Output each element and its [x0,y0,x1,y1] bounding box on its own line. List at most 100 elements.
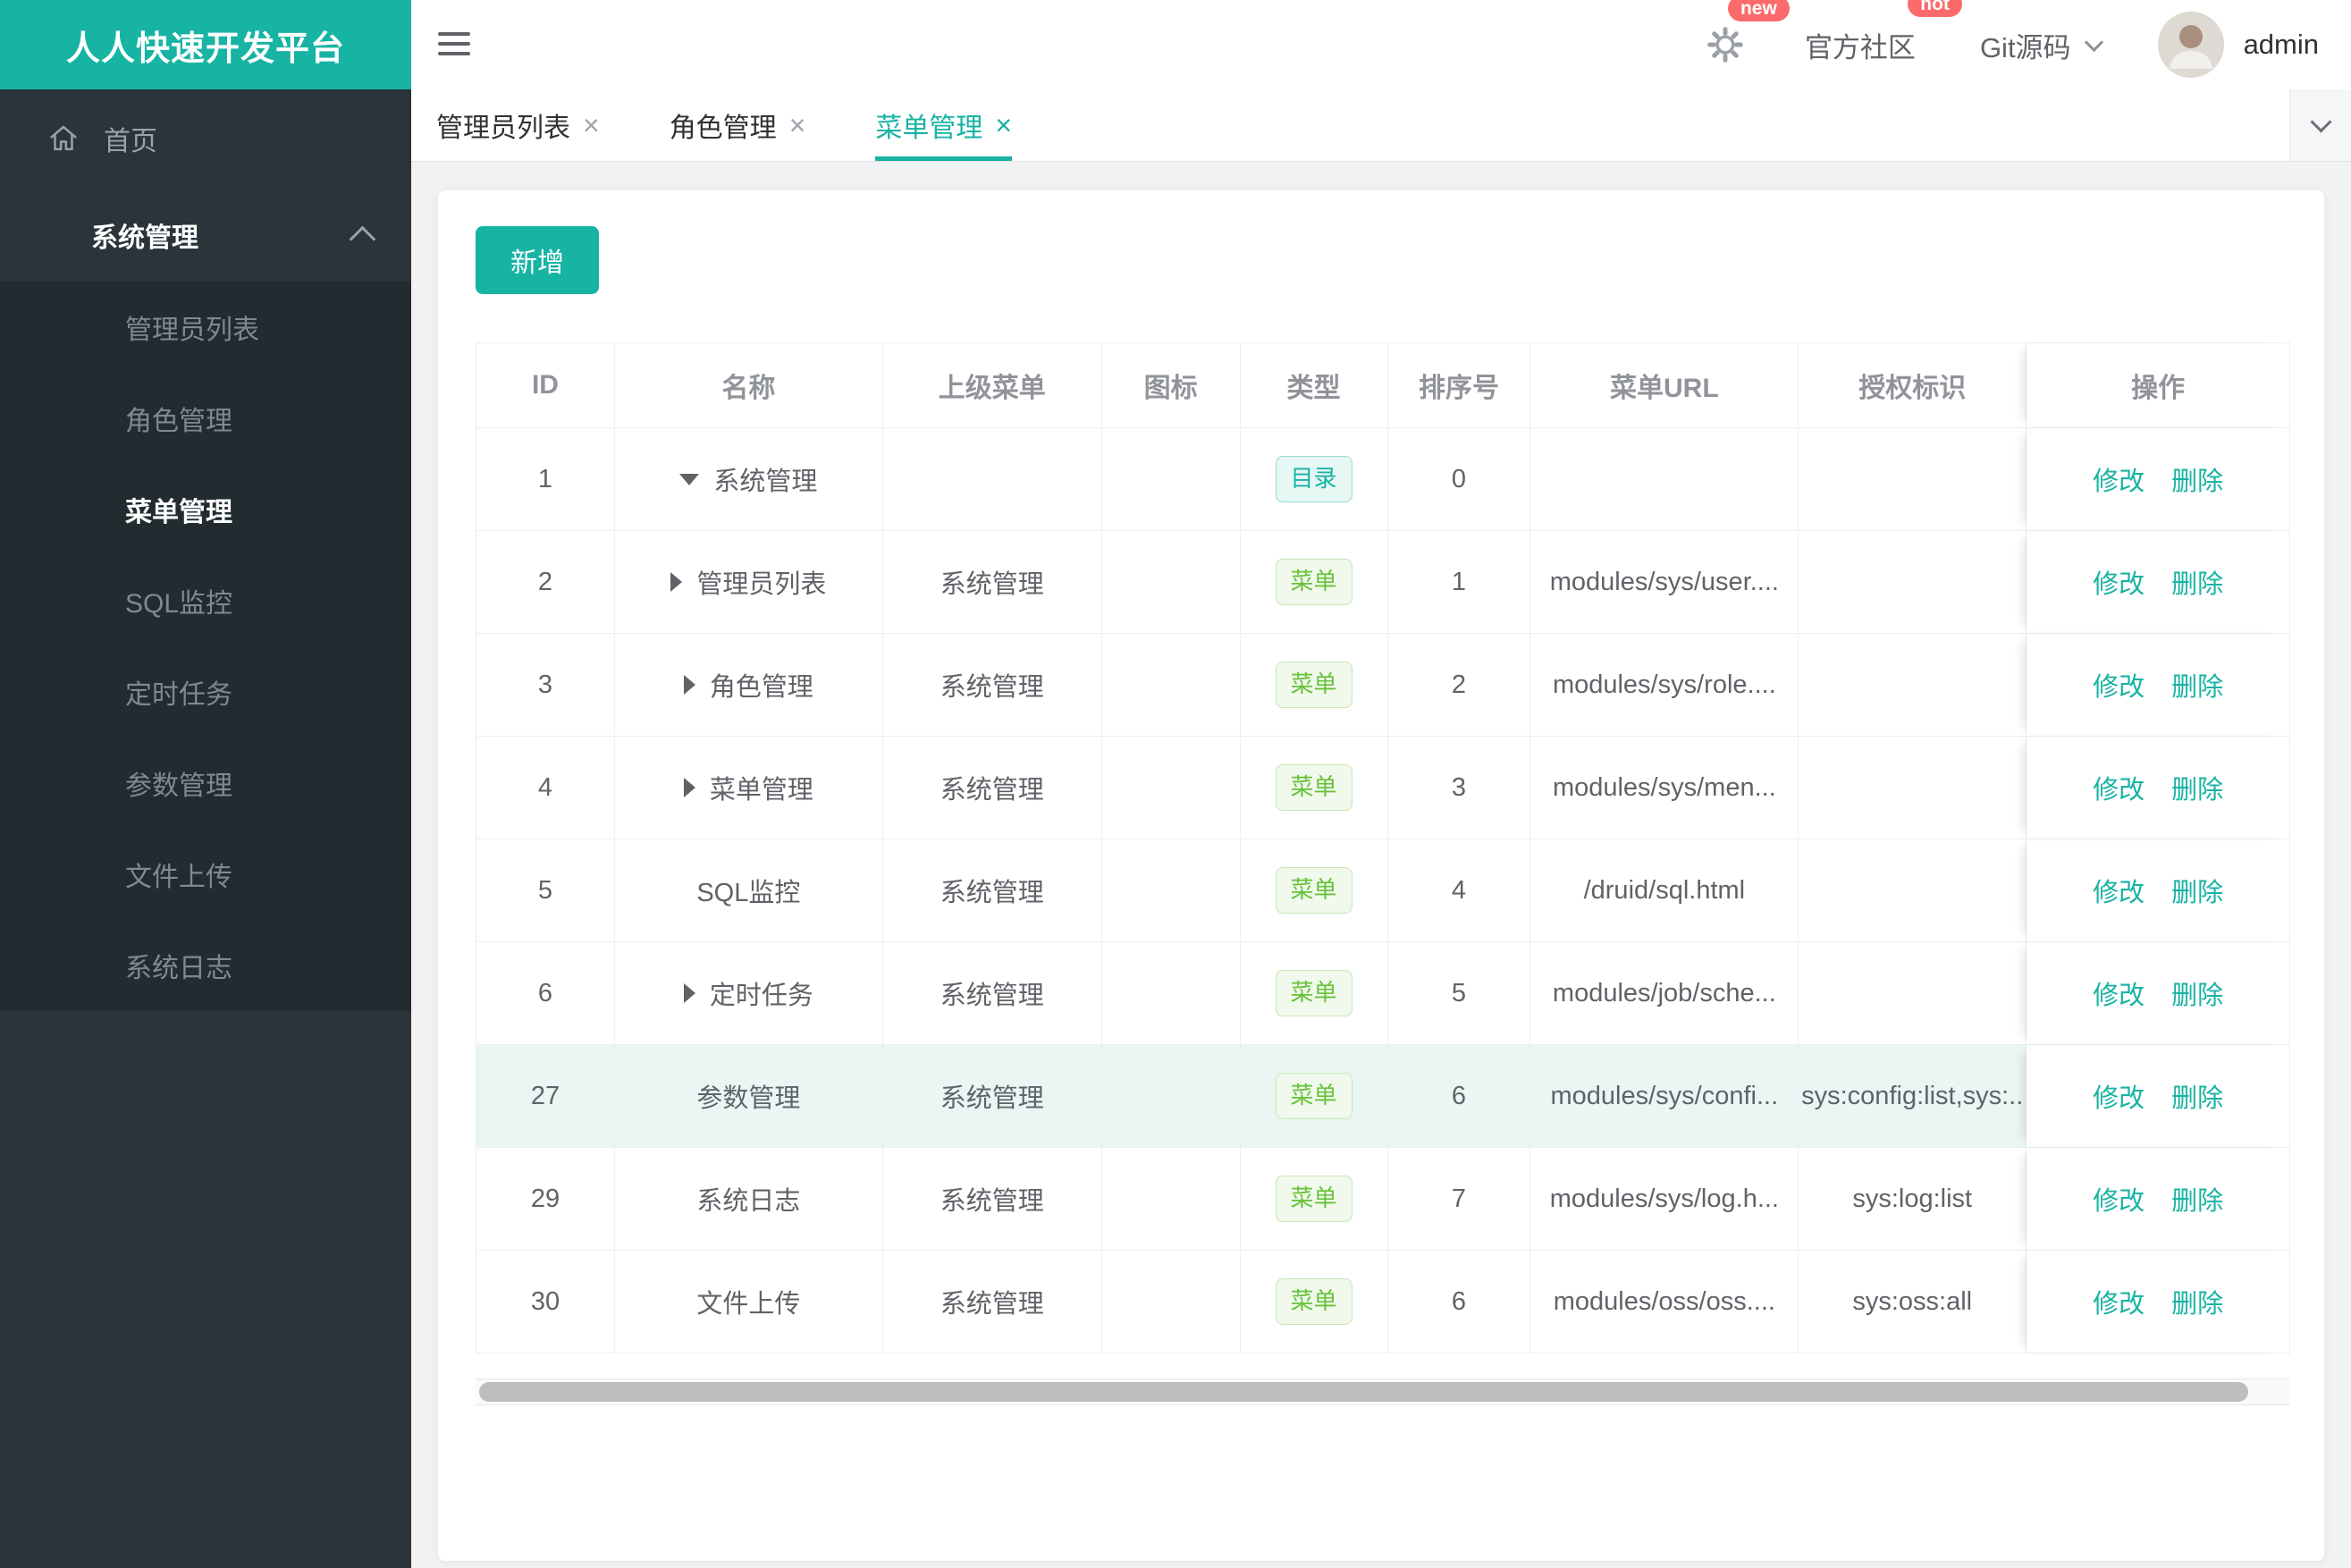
app-root: 人人快速开发平台 首页 系统管理 管理员列表 角色管理 菜单管理 SQL监控 定时任务参… [0,0,2351,1568]
cell-name: 系统管理 [615,428,883,530]
cell-menu-url [1530,428,1799,530]
tree-expand-icon[interactable] [683,778,695,797]
tabbar: 管理员列表 × 角色管理 × 菜单管理 × [411,89,2351,162]
delete-link[interactable]: 删除 [2171,1283,2223,1320]
cell-id: 4 [476,737,615,839]
cell-actions: 修改 删除 [2027,1045,2290,1147]
cell-actions: 修改 删除 [2027,1148,2289,1250]
sidebar-group-system[interactable]: 系统管理 [0,188,411,282]
column-header-名称: 名称 [615,343,883,427]
cell-type: 菜单 [1240,1045,1388,1147]
scrollbar-thumb[interactable] [479,1382,2249,1402]
add-button[interactable]: 新增 [476,226,599,294]
tree-collapse-icon[interactable] [679,473,700,485]
cell-order: 5 [1388,942,1531,1044]
cell-type: 菜单 [1241,531,1388,633]
table-row: 30 文件上传 系统管理 菜单 6 modules/oss/oss.... sys:oss:… [476,1250,2289,1353]
settings-button[interactable]: new [1705,0,1790,65]
delete-link[interactable]: 删除 [2171,1180,2223,1218]
cell-icon [1102,1251,1241,1353]
cell-order: 4 [1388,839,1531,941]
type-badge: 菜单 [1275,662,1352,708]
menu-table: ID 名称 上级菜单 图标 类型 排序号 菜单URL 授权标识 操作 1 系统管理 目录 0 修改 删除 2… [476,342,2290,1353]
sidebar-item-文件上传[interactable]: 文件上传 [0,829,411,920]
cell-menu-url: modules/sys/men... [1530,737,1799,839]
edit-link[interactable]: 修改 [2093,563,2145,601]
sidebar-item-菜单管理[interactable]: 菜单管理 [0,464,411,555]
type-badge: 菜单 [1275,559,1352,605]
sidebar-item-系统日志[interactable]: 系统日志 [0,920,411,1011]
tab-菜单管理[interactable]: 菜单管理 × [875,89,1012,161]
delete-link[interactable]: 删除 [2171,872,2223,909]
tree-expand-icon[interactable] [683,675,695,695]
sidebar-item-SQL监控[interactable]: SQL监控 [0,555,411,646]
menu-name: 参数管理 [696,1084,801,1113]
cell-id: 2 [476,531,615,633]
cell-permission [1799,531,2027,633]
sidebar-menu: 首页 系统管理 管理员列表 角色管理 菜单管理 SQL监控 定时任务 参数管理 文件上传 系统… [0,89,411,1011]
home-icon [50,125,77,151]
edit-link[interactable]: 修改 [2093,460,2145,498]
community-link[interactable]: 官方社区 hot [1805,0,1962,65]
cell-name: 系统日志 [615,1148,883,1250]
cell-type: 目录 [1241,428,1388,530]
cell-type: 菜单 [1241,1251,1388,1353]
tab-close-icon[interactable]: × [789,109,806,142]
cell-icon [1102,428,1241,530]
cell-menu-url: /druid/sql.html [1530,839,1799,941]
sidebar-group-label: 系统管理 [91,223,198,253]
delete-link[interactable]: 删除 [2171,460,2223,498]
cell-id: 6 [476,942,615,1044]
edit-link[interactable]: 修改 [2093,666,2145,704]
type-badge: 菜单 [1275,1073,1352,1119]
cell-id: 27 [476,1045,615,1147]
type-badge: 菜单 [1275,970,1352,1016]
column-header-图标: 图标 [1102,343,1241,427]
cell-menu-url: modules/sys/role.... [1530,634,1799,736]
tab-close-icon[interactable]: × [995,109,1012,142]
edit-link[interactable]: 修改 [2093,1077,2145,1115]
delete-link[interactable]: 删除 [2171,563,2223,601]
type-badge: 菜单 [1275,1278,1352,1325]
hamburger-icon[interactable] [438,26,470,62]
edit-link[interactable]: 修改 [2093,1180,2145,1218]
delete-link[interactable]: 删除 [2171,1077,2223,1115]
tree-expand-icon[interactable] [683,983,695,1003]
menu-management-panel: 新增 ID 名称 上级菜单 图标 类型 排序号 菜单URL 授权标识 操作 1 系统管理 目录 0 修改… [438,190,2324,1561]
edit-link[interactable]: 修改 [2093,872,2145,909]
delete-link[interactable]: 删除 [2171,974,2223,1012]
edit-link[interactable]: 修改 [2093,974,2145,1012]
git-source-dropdown[interactable]: Git源码 [1980,25,2103,65]
tab-角色管理[interactable]: 角色管理 × [670,89,806,161]
cell-order: 6 [1388,1251,1531,1353]
cell-name: 角色管理 [615,634,883,736]
gear-icon [1707,27,1743,63]
delete-link[interactable]: 删除 [2171,769,2223,806]
tab-overflow-button[interactable] [2289,89,2351,161]
table-header: ID 名称 上级菜单 图标 类型 排序号 菜单URL 授权标识 操作 [476,343,2289,427]
tab-label: 角色管理 [669,114,777,143]
delete-link[interactable]: 删除 [2171,666,2223,704]
chevron-down-icon [2309,110,2332,133]
tree-expand-icon[interactable] [670,572,683,592]
tab-list: 管理员列表 × 角色管理 × 菜单管理 × [436,89,1082,161]
cell-parent-menu: 系统管理 [883,531,1102,633]
sidebar-item-角色管理[interactable]: 角色管理 [0,373,411,464]
horizontal-scrollbar [476,1378,2290,1405]
cell-actions: 修改 删除 [2027,839,2289,941]
username[interactable]: admin [2244,29,2319,61]
avatar[interactable] [2157,12,2224,78]
cell-permission: sys:oss:all [1799,1251,2027,1353]
tab-管理员列表[interactable]: 管理员列表 × [436,89,600,161]
sidebar-item-定时任务[interactable]: 定时任务 [0,646,411,738]
sidebar-item-参数管理[interactable]: 参数管理 [0,738,411,829]
edit-link[interactable]: 修改 [2093,769,2145,806]
sidebar-item-home[interactable]: 首页 [0,89,411,188]
table-row: 2 管理员列表 系统管理 菜单 1 modules/sys/user.... 修改 删除 [476,530,2289,633]
sidebar-item-管理员列表[interactable]: 管理员列表 [0,282,411,373]
tab-close-icon[interactable]: × [583,109,600,142]
cell-order: 6 [1387,1045,1531,1147]
menu-name: 菜单管理 [709,776,813,805]
edit-link[interactable]: 修改 [2093,1283,2145,1320]
type-badge: 目录 [1275,456,1352,502]
